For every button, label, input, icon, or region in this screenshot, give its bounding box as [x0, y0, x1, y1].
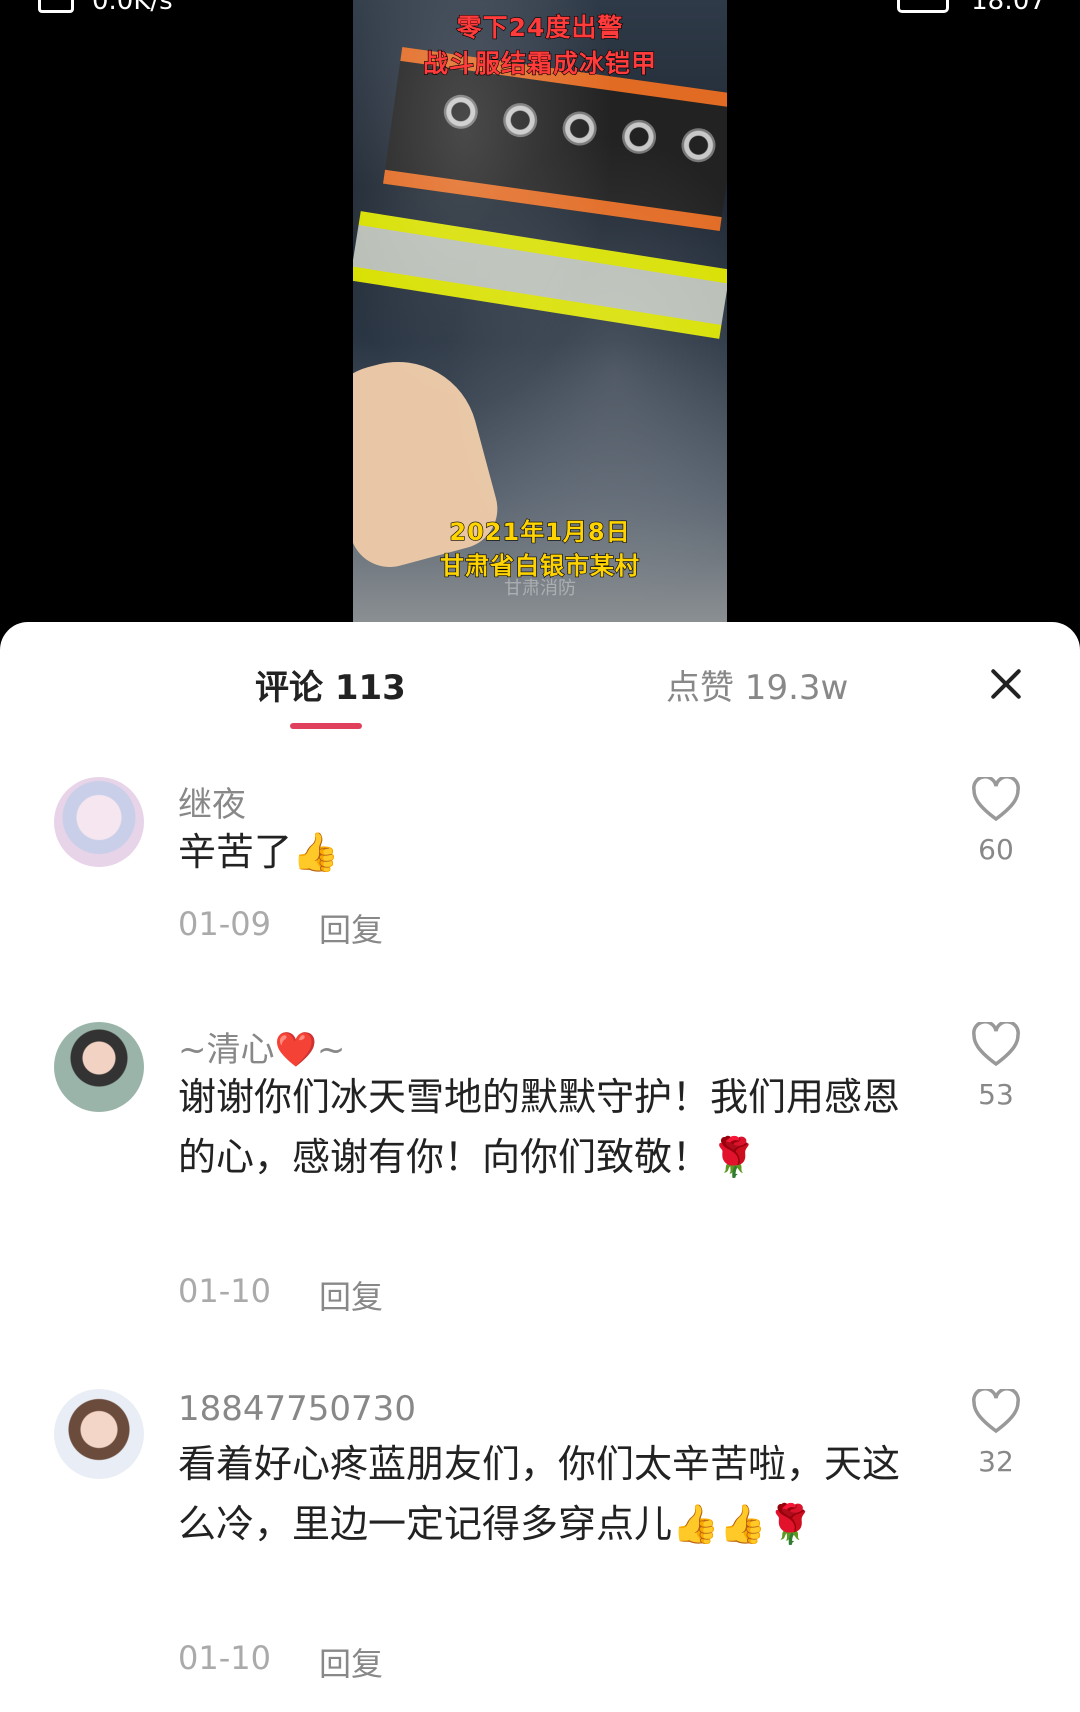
like-button[interactable]: 32: [966, 1389, 1026, 1478]
heart-icon: [972, 1389, 1020, 1434]
comment-text: 辛苦了👍: [178, 830, 340, 874]
video-caption-top-1: 零下24度出警: [456, 12, 624, 42]
comment-username[interactable]: 继夜: [178, 777, 246, 826]
comment-username[interactable]: 18847750730: [178, 1389, 416, 1429]
tab-active-indicator: [290, 723, 362, 729]
like-button[interactable]: 60: [966, 777, 1026, 866]
status-right: 18:07: [897, 0, 1046, 16]
clock: 18:07: [971, 0, 1046, 16]
battery-icon: [897, 0, 950, 13]
avatar[interactable]: [54, 1389, 144, 1479]
reply-button[interactable]: 回复: [319, 1272, 383, 1318]
tab-likes[interactable]: 点赞 19.3w: [666, 660, 848, 709]
reply-button[interactable]: 回复: [319, 1639, 383, 1685]
video-watermark: 甘肃消防: [504, 578, 576, 599]
like-button[interactable]: 53: [966, 1022, 1026, 1111]
network-speed: 0.0K/s: [92, 0, 173, 16]
comment-meta: 01-09 回复: [178, 905, 383, 951]
comment-text: 看着好心疼蓝朋友们，你们太辛苦啦，天这么冷，里边一定记得多穿点儿👍👍🌹: [178, 1442, 901, 1546]
like-count: 32: [978, 1445, 1014, 1478]
status-left: 0.0K/s: [38, 0, 173, 16]
video-caption-bottom-1: 2021年1月8日: [449, 517, 631, 546]
comment-text: 谢谢你们冰天雪地的默默守护！我们用感恩的心，感谢有你！向你们致敬！🌹: [178, 1075, 901, 1179]
like-count: 53: [978, 1078, 1014, 1111]
comment-username[interactable]: ~清心❤️~: [178, 1022, 345, 1071]
comment-date: 01-10: [178, 1639, 271, 1677]
avatar[interactable]: [54, 1022, 144, 1112]
heart-icon: [972, 1022, 1020, 1067]
comment-meta: 01-10 回复: [178, 1272, 383, 1318]
avatar[interactable]: [54, 777, 144, 867]
tab-comments[interactable]: 评论 113: [255, 660, 406, 709]
comment-date: 01-10: [178, 1272, 271, 1310]
like-count: 60: [978, 833, 1014, 866]
notification-icon: [38, 0, 74, 13]
comments-sheet: 评论 113 点赞 19.3w 继夜 辛苦了👍 01-09 回复 60 ~清心❤…: [0, 622, 1080, 1712]
close-icon[interactable]: [984, 662, 1028, 706]
reply-button[interactable]: 回复: [319, 905, 383, 951]
video-player[interactable]: 零下24度出警 战斗服结霜成冰铠甲 2021年1月8日 甘肃省白银市某村 甘肃消…: [353, 0, 727, 622]
comment-date: 01-09: [178, 905, 271, 943]
sheet-tabs: 评论 113 点赞 19.3w: [0, 622, 1080, 732]
video-caption-top-2: 战斗服结霜成冰铠甲: [422, 48, 657, 78]
heart-icon: [972, 777, 1020, 822]
comment-meta: 01-10 回复: [178, 1639, 383, 1685]
